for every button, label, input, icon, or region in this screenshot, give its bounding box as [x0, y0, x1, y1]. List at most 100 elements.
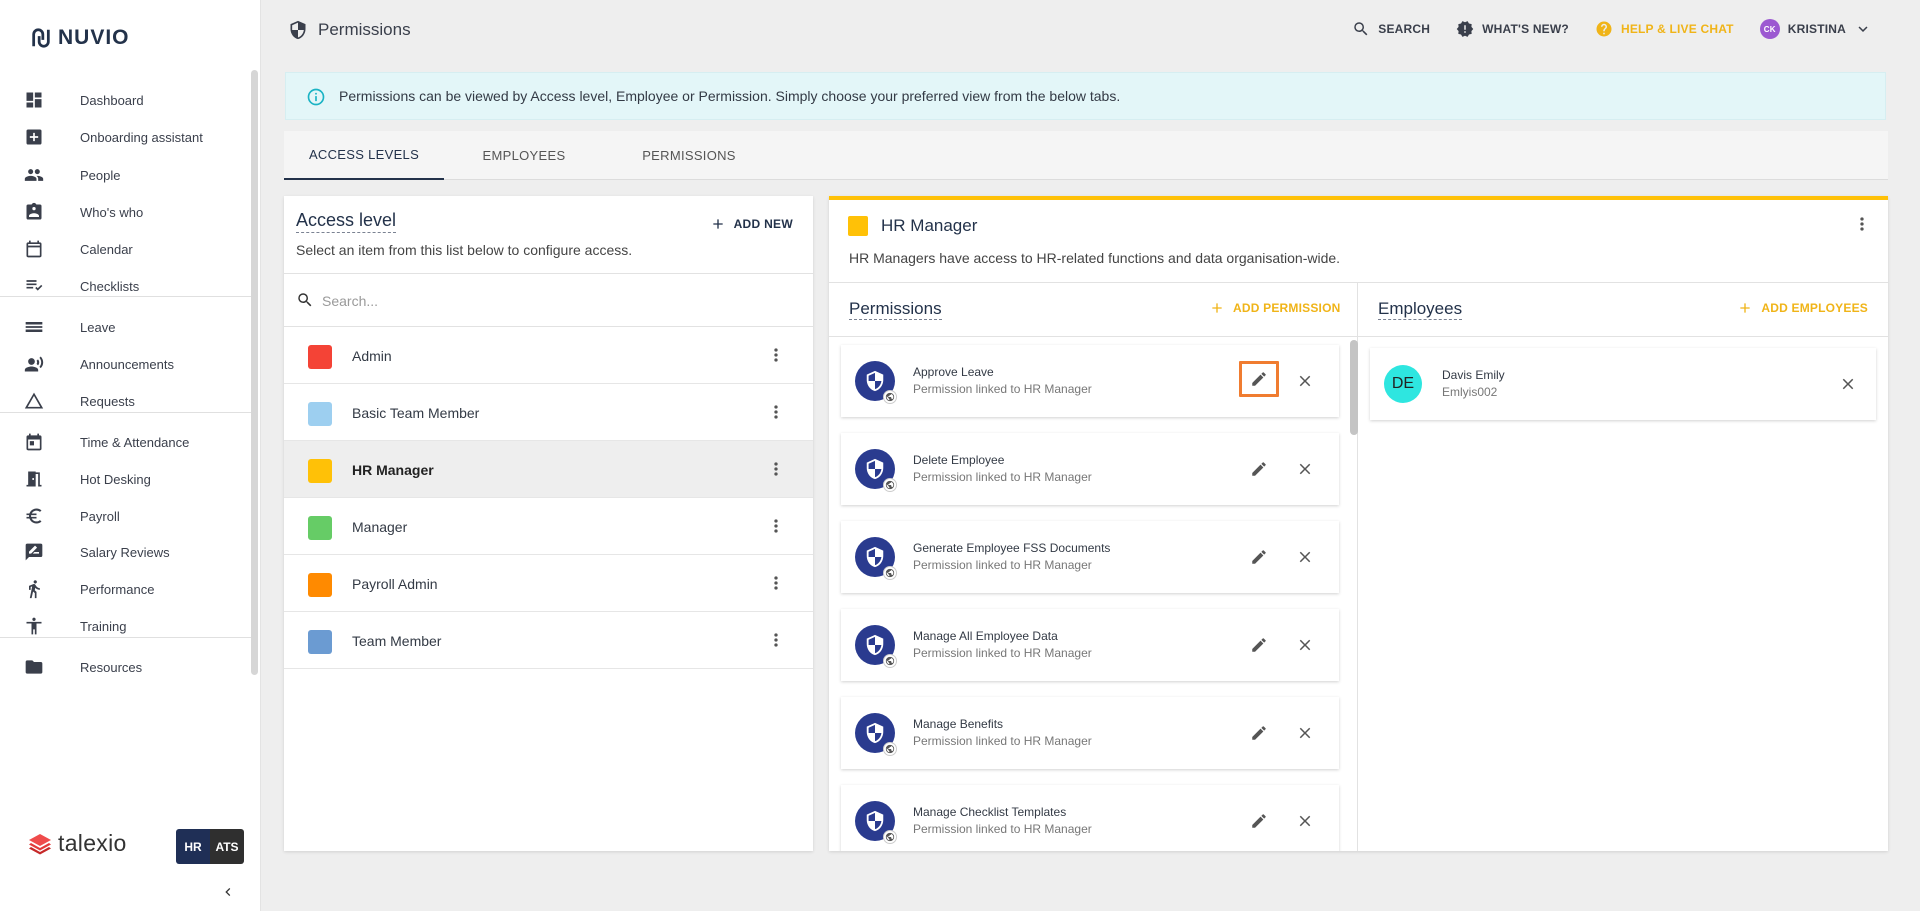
sidebar: NUVIO Dashboard Onboarding assistant Peopl… [0, 0, 261, 911]
sidebar-item-announcements[interactable]: Announcements [0, 346, 252, 382]
employee-name: Davis Emily [1442, 368, 1505, 382]
new-releases-icon [1456, 21, 1474, 37]
edit-permission-button[interactable] [1244, 630, 1274, 660]
plus-icon [1740, 303, 1751, 313]
whats-new-button[interactable]: WHAT'S NEW? [1456, 20, 1569, 38]
access-level-item[interactable]: Basic Team Member [284, 384, 813, 441]
sidebar-item-leave[interactable]: Leave [0, 309, 252, 345]
access-level-color-swatch [308, 516, 332, 540]
access-level-name: Admin [352, 348, 392, 364]
shield-icon [866, 546, 884, 568]
tab-employees[interactable]: EMPLOYEES [444, 131, 604, 180]
remove-permission-button[interactable] [1292, 368, 1318, 394]
search-label: SEARCH [1378, 22, 1431, 36]
contact-card-icon [24, 202, 44, 222]
brand-logo[interactable]: NUVIO [24, 20, 136, 56]
tab-access-levels[interactable]: ACCESS LEVELS [284, 131, 444, 180]
more-vert-icon[interactable] [764, 571, 788, 595]
sidebar-item-label: Checklists [80, 278, 140, 294]
sidebar-item-requests[interactable]: Requests [0, 383, 252, 419]
remove-employee-button[interactable] [1835, 371, 1861, 397]
access-level-detail-panel: HR Manager HR Managers have access to HR… [829, 196, 1888, 851]
sidebar-item-salary-reviews[interactable]: Salary Reviews [0, 534, 252, 570]
collapse-sidebar-icon[interactable] [220, 884, 236, 900]
sidebar-item-people[interactable]: People [0, 157, 252, 193]
edit-permission-button[interactable] [1244, 542, 1274, 572]
sidebar-item-who-s-who[interactable]: Who's who [0, 194, 252, 230]
hr-product-button[interactable]: HR [176, 829, 210, 864]
more-vert-icon[interactable] [764, 628, 788, 652]
permission-card[interactable]: Manage Checklist Templates Permission lin… [841, 785, 1339, 851]
more-vert-icon[interactable] [1852, 214, 1876, 238]
sidebar-item-checklists[interactable]: Checklists [0, 268, 252, 304]
remove-permission-button[interactable] [1292, 720, 1318, 746]
edit-permission-button[interactable] [1244, 454, 1274, 484]
remove-permission-button[interactable] [1292, 544, 1318, 570]
access-level-color-swatch [308, 459, 332, 483]
sidebar-item-hot-desking[interactable]: Hot Desking [0, 461, 252, 497]
tab-permissions[interactable]: PERMISSIONS [604, 131, 774, 180]
permission-list-scrollbar[interactable] [1350, 340, 1358, 435]
sidebar-scrollbar[interactable] [251, 70, 258, 675]
permission-card[interactable]: Manage Benefits Permission linked to HR M… [841, 697, 1339, 769]
requests-icon [24, 391, 44, 411]
more-vert-icon[interactable] [764, 457, 788, 481]
sidebar-item-resources[interactable]: Resources [0, 649, 252, 685]
edit-permission-button[interactable] [1239, 361, 1279, 397]
sidebar-item-time-attendance[interactable]: Time & Attendance [0, 424, 252, 460]
remove-permission-button[interactable] [1292, 808, 1318, 834]
plus-icon [1212, 303, 1222, 313]
sidebar-divider [0, 296, 252, 297]
ats-product-button[interactable]: ATS [210, 829, 244, 864]
permission-card[interactable]: Manage All Employee Data Permission linke… [841, 609, 1339, 681]
remove-permission-button[interactable] [1292, 632, 1318, 658]
globe-icon [883, 830, 897, 844]
hot-desking-icon [24, 469, 44, 489]
permission-name: Manage Checklist Templates [913, 805, 1067, 819]
permission-name: Manage Benefits [913, 717, 1004, 731]
shield-icon [866, 722, 884, 744]
user-menu[interactable]: CK KRISTINA [1759, 19, 1872, 39]
permission-card[interactable]: Approve Leave Permission linked to HR Man… [841, 345, 1339, 417]
permission-subtitle: Permission linked to HR Manager [913, 382, 1092, 396]
search-button[interactable]: SEARCH [1352, 20, 1430, 38]
sidebar-item-performance[interactable]: Performance [0, 571, 252, 607]
employee-card[interactable]: DE Davis Emily Emlyis002 [1370, 348, 1876, 420]
access-level-item[interactable]: HR Manager [284, 441, 813, 498]
onboarding-icon [24, 127, 44, 147]
sidebar-item-payroll[interactable]: Payroll [0, 498, 252, 534]
training-icon [24, 616, 44, 636]
remove-permission-button[interactable] [1292, 456, 1318, 482]
detail-title: HR Manager [881, 216, 978, 235]
add-new-button[interactable]: ADD NEW [710, 216, 793, 232]
search-input[interactable] [322, 288, 792, 314]
permission-subtitle: Permission linked to HR Manager [913, 470, 1092, 484]
more-vert-icon[interactable] [764, 514, 788, 538]
access-level-item[interactable]: Team Member [284, 612, 813, 669]
access-level-item[interactable]: Admin [284, 327, 813, 384]
sidebar-item-dashboard[interactable]: Dashboard [0, 82, 252, 118]
access-level-item[interactable]: Manager [284, 498, 813, 555]
more-vert-icon[interactable] [764, 343, 788, 367]
close-icon [1299, 463, 1311, 475]
add-permission-button[interactable]: ADD PERMISSION [1209, 300, 1340, 316]
edit-permission-button[interactable] [1244, 806, 1274, 836]
add-employees-button[interactable]: ADD EMPLOYEES [1737, 300, 1868, 316]
permission-name: Manage All Employee Data [913, 629, 1058, 643]
sidebar-item-onboarding-assistant[interactable]: Onboarding assistant [0, 119, 252, 155]
more-vert-icon[interactable] [764, 400, 788, 424]
permission-card[interactable]: Generate Employee FSS Documents Permissio… [841, 521, 1339, 593]
permission-name: Delete Employee [913, 453, 1005, 467]
access-level-name: Team Member [352, 633, 442, 649]
permission-subtitle: Permission linked to HR Manager [913, 734, 1092, 748]
header-actions: SEARCH WHAT'S NEW? HELP & LIVE CHAT CK K… [1352, 19, 1872, 39]
close-icon [1842, 378, 1854, 390]
sidebar-item-training[interactable]: Training [0, 608, 252, 644]
help-live-chat-button[interactable]: HELP & LIVE CHAT [1595, 20, 1734, 38]
sidebar-item-calendar[interactable]: Calendar [0, 231, 252, 267]
edit-permission-button[interactable] [1244, 718, 1274, 748]
pencil-icon [1252, 726, 1266, 740]
permission-card[interactable]: Delete Employee Permission linked to HR M… [841, 433, 1339, 505]
access-level-item[interactable]: Payroll Admin [284, 555, 813, 612]
permission-subtitle: Permission linked to HR Manager [913, 822, 1092, 836]
